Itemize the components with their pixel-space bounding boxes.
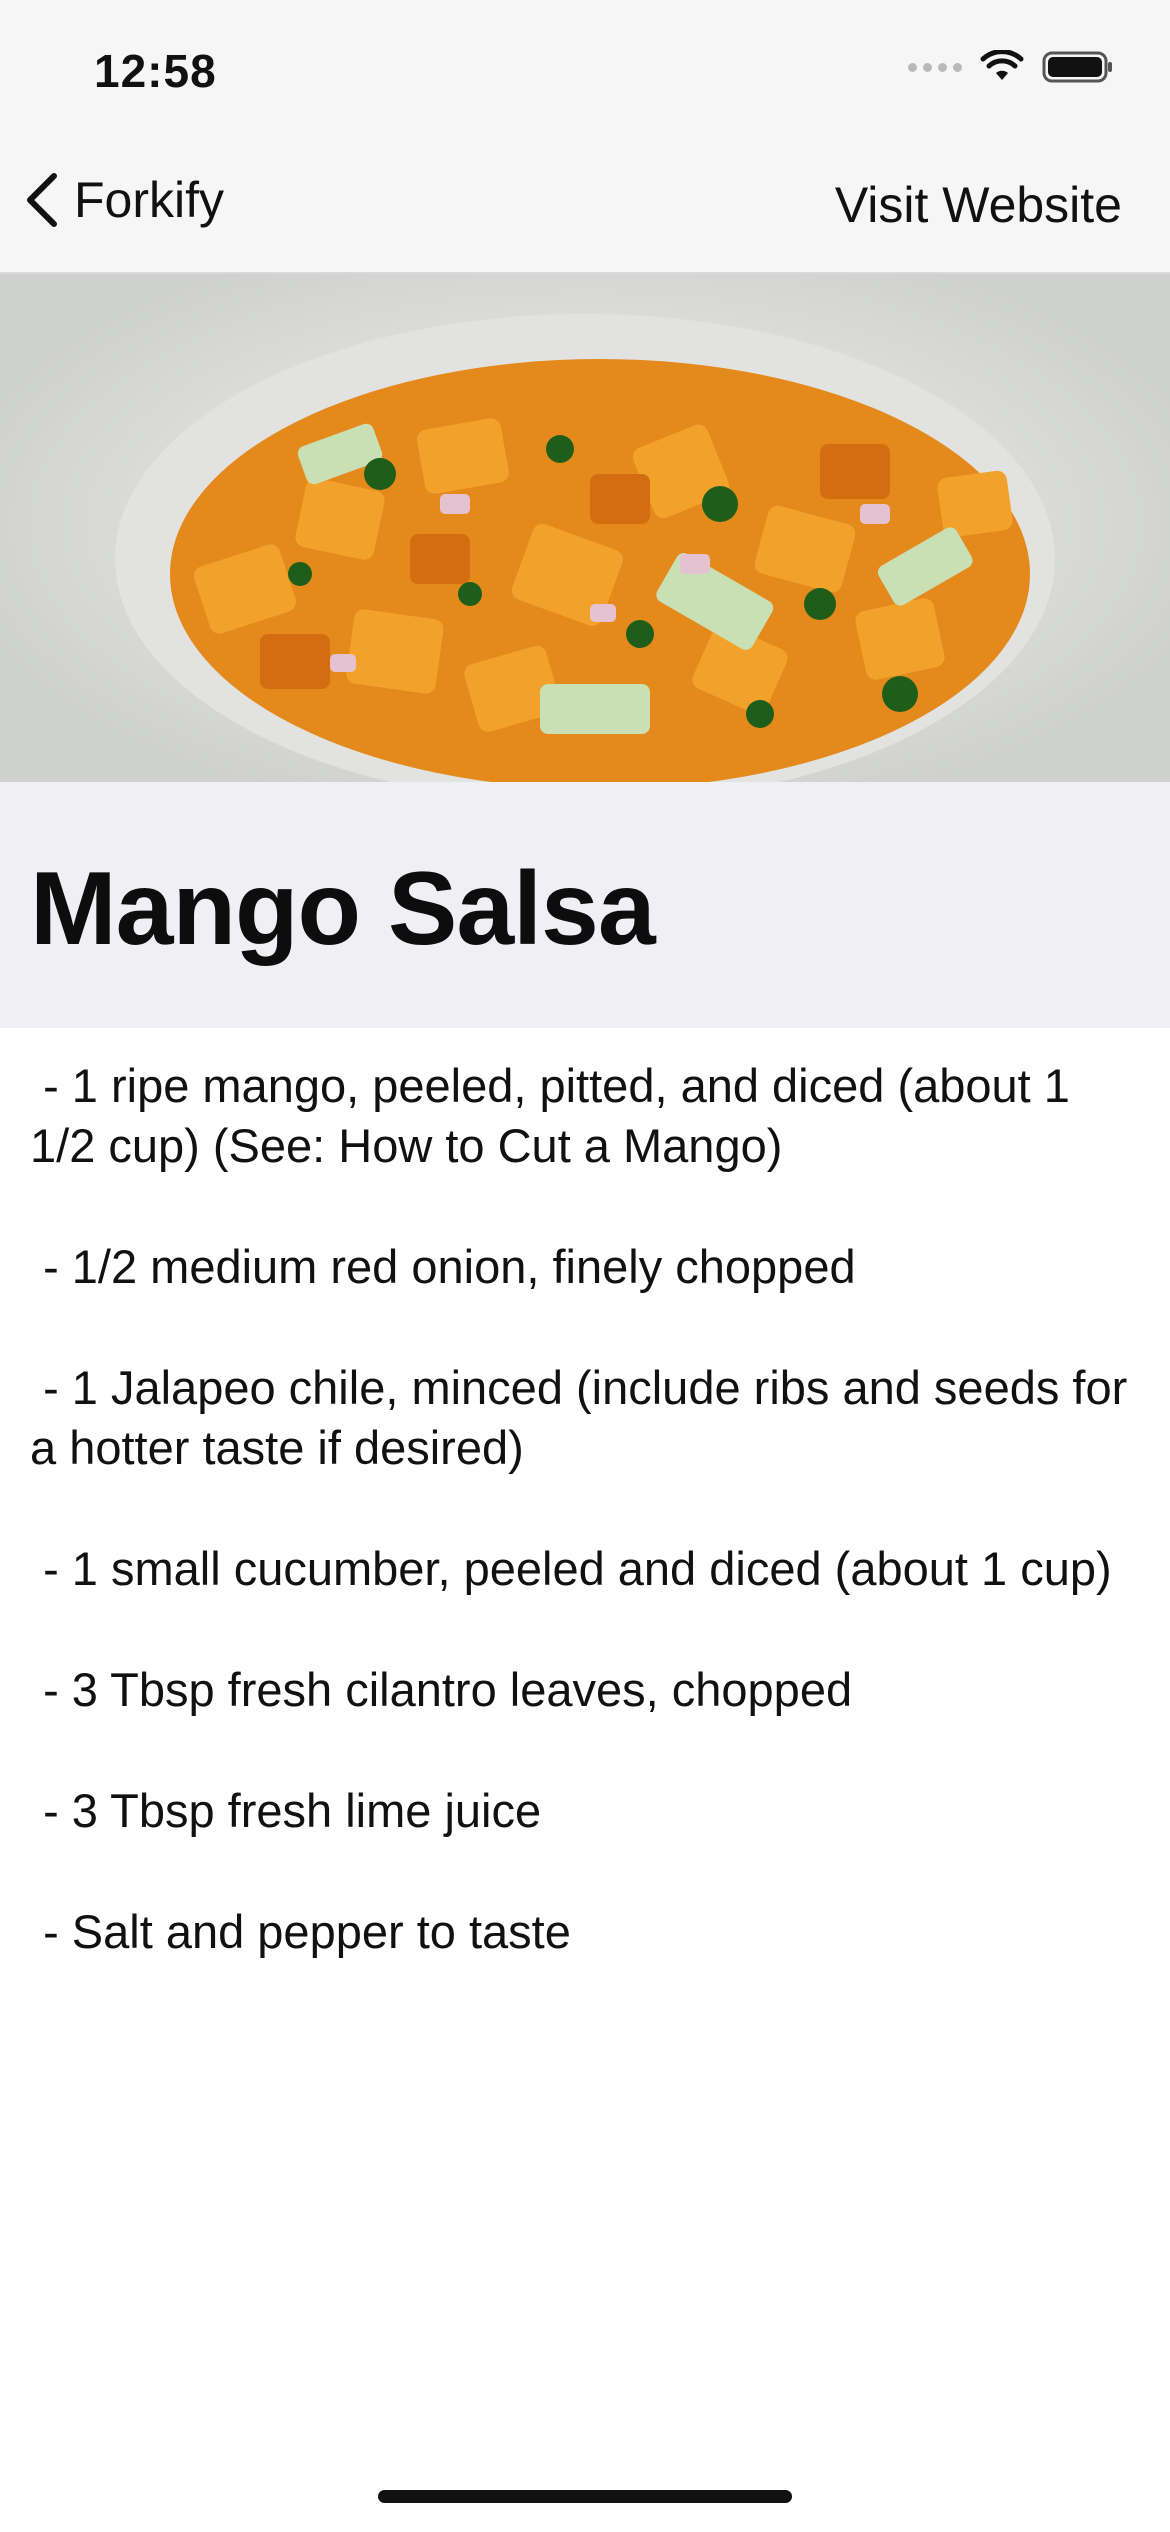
ingredient-list: - 1 ripe mango, peeled, pitted, and dice… — [30, 1056, 1140, 2023]
ingredient-item: - 3 Tbsp fresh lime juice — [30, 1784, 542, 1837]
ingredient-item: - 1/2 medium red onion, finely chopped — [30, 1240, 856, 1293]
recipe-image — [0, 274, 1170, 782]
home-indicator[interactable] — [378, 2490, 792, 2503]
mango-salsa-photo — [0, 274, 1170, 782]
recipe-detail-screen: 12:58 Forkify Visit Website Mango Salsa … — [0, 0, 1170, 2532]
ingredient-item: - Salt and pepper to taste — [30, 1905, 571, 1958]
ingredient-item: - 3 Tbsp fresh cilantro leaves, chopped — [30, 1663, 853, 1716]
ingredient-item: - 1 small cucumber, peeled and diced (ab… — [30, 1542, 1112, 1595]
navigation-header: 12:58 Forkify Visit Website — [0, 0, 1170, 274]
signal-icon — [908, 62, 962, 72]
recipe-title: Mango Salsa — [30, 851, 656, 967]
back-button[interactable]: Forkify — [22, 170, 224, 230]
wifi-icon — [980, 50, 1024, 80]
status-icons — [908, 50, 1114, 84]
battery-icon — [1042, 51, 1112, 83]
ingredient-item: - 1 ripe mango, peeled, pitted, and dice… — [30, 1059, 1083, 1172]
ingredient-item: - 1 Jalapeo chile, minced (include ribs … — [30, 1361, 1141, 1474]
visit-website-button[interactable]: Visit Website — [835, 176, 1122, 234]
status-time: 12:58 — [94, 45, 217, 97]
chevron-left-icon — [27, 173, 57, 227]
back-button-label: Forkify — [74, 172, 224, 228]
